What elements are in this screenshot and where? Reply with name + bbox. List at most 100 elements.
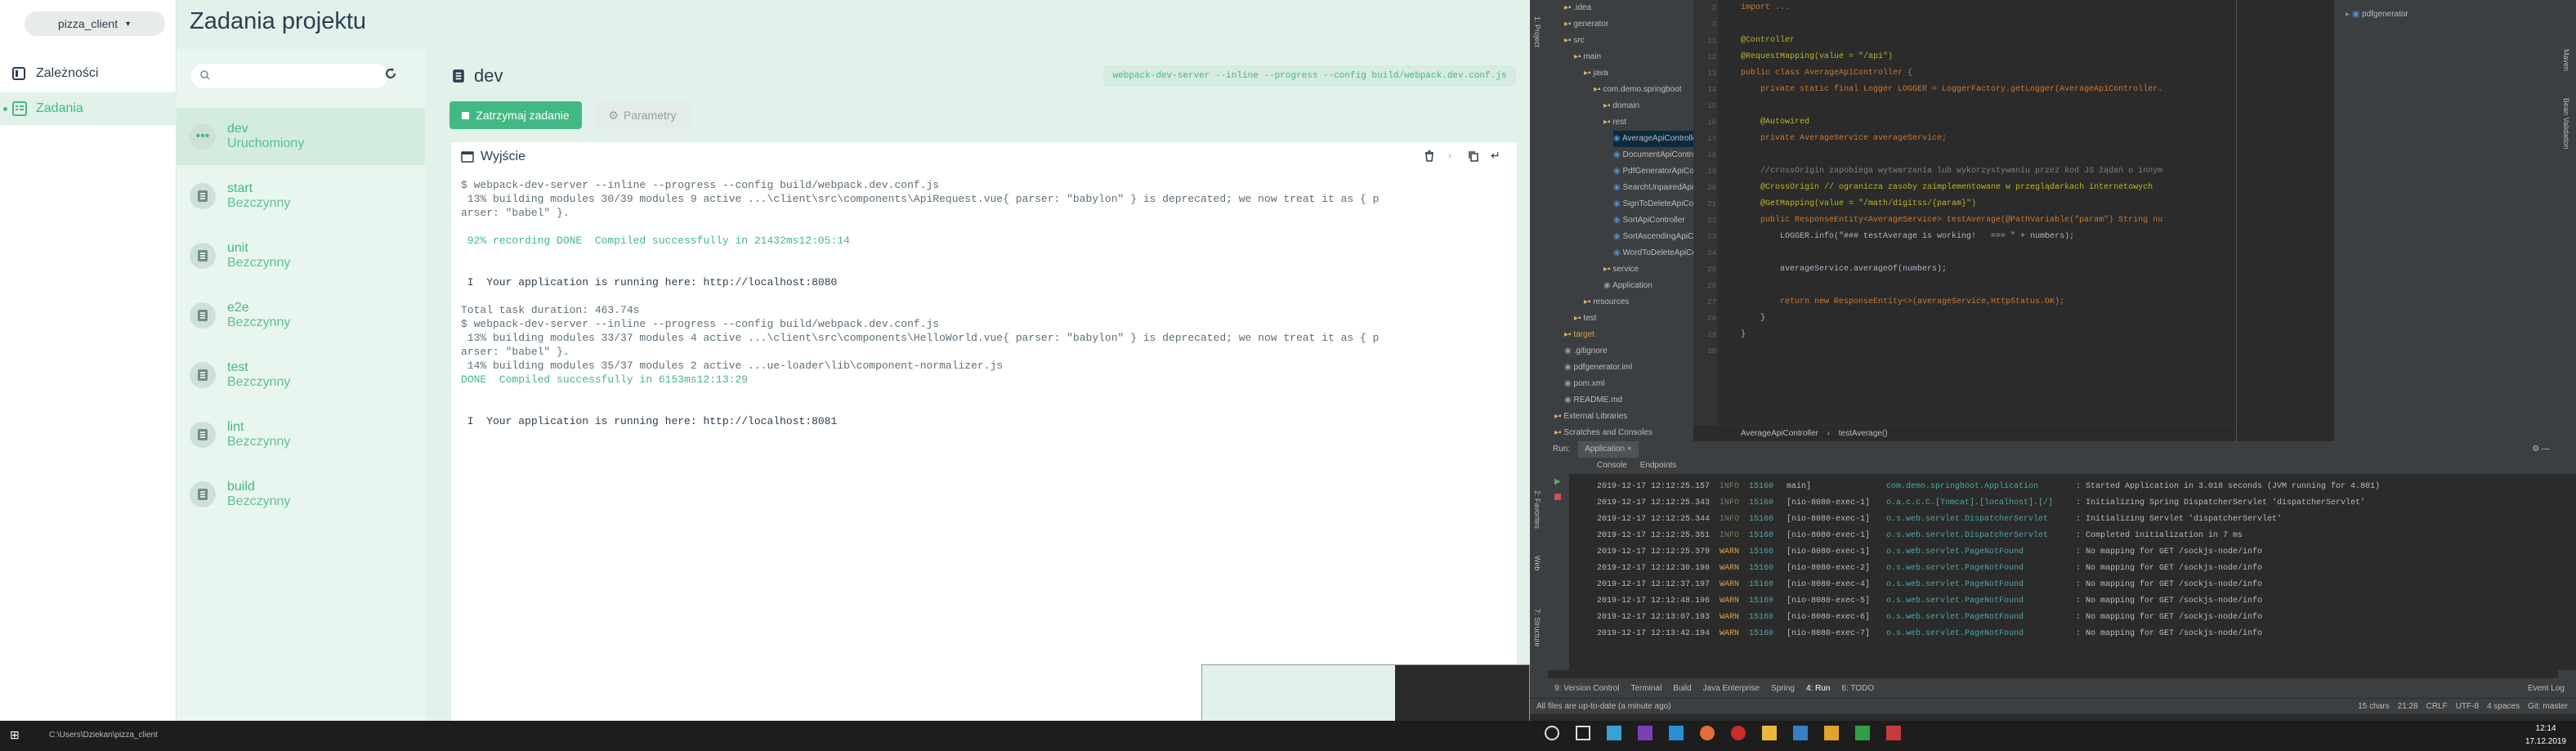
taskbar-running-app[interactable]: C:\Users\Dziekan\pizza_client [49, 731, 212, 740]
breadcrumb-class[interactable]: AverageApiController [1741, 429, 1818, 438]
project-tree-item[interactable]: ▸▪ service [1603, 262, 1639, 278]
stop-icon[interactable] [1554, 494, 1561, 500]
outlook-icon[interactable] [1793, 726, 1808, 740]
side-tab-favorites[interactable]: 2: Favorites [1533, 490, 1541, 529]
windows-icon[interactable]: ⊞ [10, 728, 20, 742]
code-line[interactable]: } [1741, 311, 1765, 327]
code-line[interactable]: @Autowired [1741, 114, 1809, 131]
copy-icon[interactable] [1468, 150, 1479, 162]
project-tree-item[interactable]: ▸▪ java [1584, 65, 1608, 82]
search-input[interactable] [214, 67, 378, 85]
project-tree-item[interactable]: ▸▪ com.demo.springboot [1594, 82, 1682, 98]
tab-spring[interactable]: Spring [1771, 684, 1795, 693]
project-tree-item[interactable]: ▸▪ test [1574, 311, 1596, 327]
code-line[interactable]: import ... [1741, 0, 1790, 16]
side-tab-project[interactable]: 1: Project [1533, 16, 1541, 47]
vscode-icon[interactable] [1669, 726, 1684, 740]
chevron-right-icon[interactable]: › [1448, 150, 1451, 161]
code-line[interactable]: //crossOrigin zapobiega wytwarzania lub … [1741, 163, 2162, 180]
task-item-e2e[interactable]: e2e Bezczynny [177, 287, 425, 344]
nav-item-tasks[interactable]: Zadania [0, 92, 177, 125]
task-item-start[interactable]: start Bezczynny [177, 168, 425, 225]
code-editor[interactable]: 2 import ... 3 11 @Controller 12 @RequestMappi… [1693, 0, 2236, 441]
project-tree-item[interactable]: ◉ pom.xml [1564, 376, 1604, 392]
run-tab[interactable]: Application × [1578, 441, 1639, 458]
task-item-dev[interactable]: ••• dev Uruchomiony [177, 108, 425, 165]
stop-task-button[interactable]: Zatrzymaj zadanie [449, 101, 582, 129]
project-tree-item[interactable]: ▸▪ .idea [1564, 0, 1591, 16]
status-indent[interactable]: 4 spaces [2487, 702, 2520, 711]
structure-root[interactable]: ▸ ▣ pdfgenerator [2346, 7, 2408, 23]
project-tree-item[interactable]: ▸▪ target [1564, 327, 1594, 343]
parameters-button[interactable]: ⚙ Parametry [595, 101, 690, 129]
search-icon[interactable] [1545, 726, 1559, 740]
task-item-test[interactable]: test Bezczynny [177, 346, 425, 404]
project-tree-item[interactable]: ▸▪ External Libraries [1554, 409, 1627, 425]
onenote-icon[interactable] [1638, 726, 1652, 740]
side-tab-structure[interactable]: 7: Structure [1533, 609, 1541, 647]
task-item-lint[interactable]: lint Bezczynny [177, 406, 425, 463]
rerun-icon[interactable]: ▶ [1554, 477, 1561, 486]
console-tab[interactable]: Console [1597, 458, 1627, 474]
code-line[interactable]: private static final Logger LOGGER = Log… [1741, 82, 2162, 98]
code-line[interactable]: @CrossOrigin // ogranicza zasoby zaimple… [1741, 180, 2153, 196]
project-picker[interactable]: pizza_client ▼ [25, 11, 165, 36]
code-line[interactable]: @Controller [1741, 33, 1795, 49]
project-tree-item[interactable]: ▸▪ src [1564, 33, 1585, 49]
run-console[interactable]: ▶ 2019-12-17 12:12:25.157 INFO 15160 main] c… [1548, 474, 2576, 670]
project-tree-item[interactable]: ▸▪ domain [1603, 98, 1639, 114]
project-tree-item[interactable]: ▸▪ Scratches and Consoles [1554, 425, 1652, 441]
task-item-build[interactable]: build Bezczynny [177, 466, 425, 523]
taskbar-clock[interactable]: 12:14 17.12.2019 [2525, 722, 2566, 749]
refresh-icon[interactable] [384, 67, 397, 80]
nav-item-dependencies[interactable]: Zależności [0, 57, 177, 90]
project-tree-item[interactable]: ◉ README.md [1564, 392, 1622, 409]
task-search[interactable] [191, 64, 387, 88]
sticky-notes-icon[interactable] [1762, 726, 1777, 740]
code-line[interactable]: public class AverageApiController { [1741, 65, 1912, 82]
tab-build[interactable]: Build [1673, 684, 1691, 693]
code-line[interactable]: averageService.averageOf(numbers); [1741, 262, 1947, 278]
firefox-icon[interactable] [1700, 726, 1715, 740]
status-line-sep[interactable]: CRLF [2426, 702, 2448, 711]
code-line[interactable]: public ResponseEntity<AverageService> te… [1741, 212, 2162, 229]
code-line[interactable]: } [1741, 327, 1746, 343]
project-tree-item[interactable]: ◉ SortApiController [1613, 212, 1685, 229]
intellij-icon[interactable] [1886, 726, 1901, 740]
status-caret[interactable]: 21:28 [2398, 702, 2418, 711]
app-icon[interactable] [1855, 726, 1870, 740]
code-line[interactable]: LOGGER.info("### testAverage is working!… [1741, 229, 2074, 245]
tab-java-enterprise[interactable]: Java Enterprise [1703, 684, 1760, 693]
project-tree-item[interactable]: ◉ pdfgenerator.iml [1564, 360, 1632, 376]
project-tree-item[interactable]: ▸▪ main [1574, 49, 1601, 65]
clear-icon[interactable] [1424, 150, 1435, 162]
code-line[interactable]: return new ResponseEntity<>(averageServi… [1741, 294, 2064, 311]
task-view-icon[interactable] [1576, 726, 1590, 740]
calculator-icon[interactable] [1607, 726, 1621, 740]
code-line[interactable]: @GetMapping(value = "/math/digitss/{para… [1741, 196, 1976, 212]
breadcrumb-method[interactable]: testAverage() [1839, 429, 1888, 438]
project-tree-item[interactable]: ◉ .gitignore [1564, 343, 1608, 360]
gear-icon[interactable]: ⚙ — [2532, 441, 2558, 458]
side-tab-maven[interactable]: Maven [2562, 49, 2570, 71]
tab-version-control[interactable]: 9: Version Control [1554, 684, 1620, 693]
tab-terminal[interactable]: Terminal [1631, 684, 1662, 693]
project-tree-item[interactable]: ◉ AverageApiController [1613, 131, 1700, 147]
project-tree-item[interactable]: ▸▪ generator [1564, 16, 1608, 33]
event-log-tab[interactable]: Event Log [2528, 684, 2576, 693]
project-tree-item[interactable]: ▸▪ resources [1584, 294, 1629, 311]
status-encoding[interactable]: UTF-8 [2456, 702, 2479, 711]
tab-todo[interactable]: 6: TODO [1841, 684, 1874, 693]
code-line[interactable]: private AverageService averageService; [1741, 131, 1947, 147]
task-item-unit[interactable]: unit Bezczynny [177, 227, 425, 284]
project-tree-item[interactable]: ◉ Application [1603, 278, 1652, 294]
side-tab-bean-validation[interactable]: Bean Validation [2562, 98, 2570, 149]
status-git[interactable]: Git: master [2528, 702, 2576, 711]
side-tab-web[interactable]: Web [1533, 556, 1541, 570]
project-tree-item[interactable]: ▸▪ rest [1603, 114, 1626, 131]
tab-run[interactable]: 4: Run [1806, 684, 1830, 693]
wrap-icon[interactable]: ↵ [1491, 149, 1500, 163]
opera-icon[interactable] [1731, 726, 1746, 740]
endpoints-tab[interactable]: Endpoints [1640, 458, 1676, 474]
git-icon[interactable] [1824, 726, 1839, 740]
